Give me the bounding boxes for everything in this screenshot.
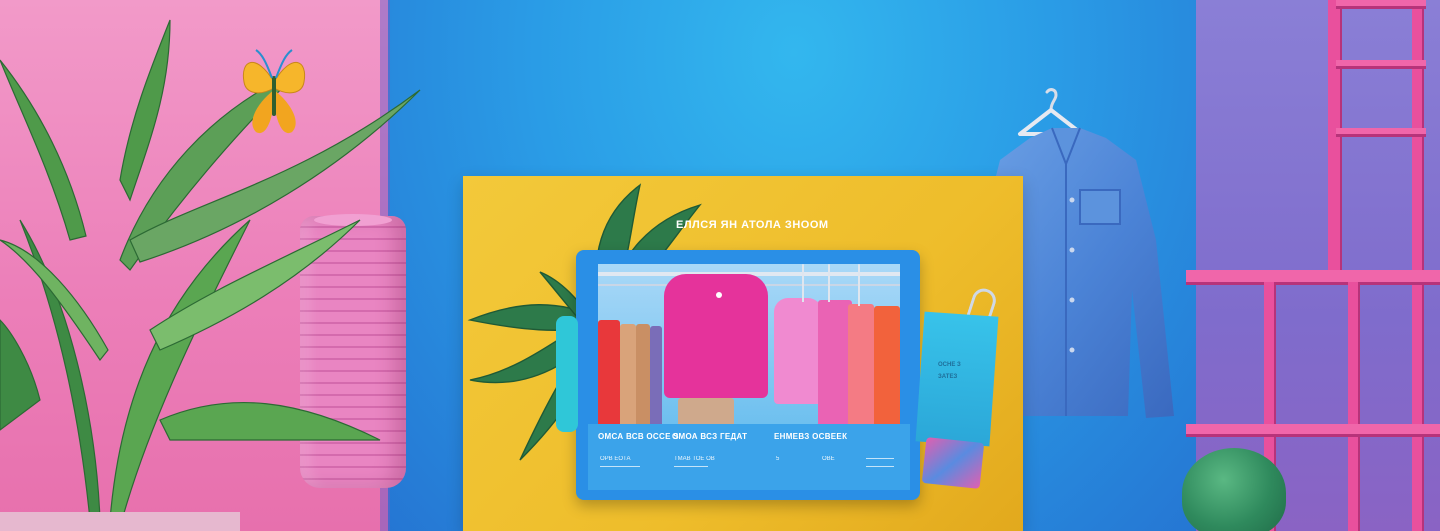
fashion-showroom-scene: ЕЛЛСЯ ЯН АТОЛА ЗНООМ ОМСА ВСВ ОССЕ Ѕ ОМО… [0,0,1440,531]
butterfly-icon [242,49,306,134]
round-cactus [1182,448,1286,531]
